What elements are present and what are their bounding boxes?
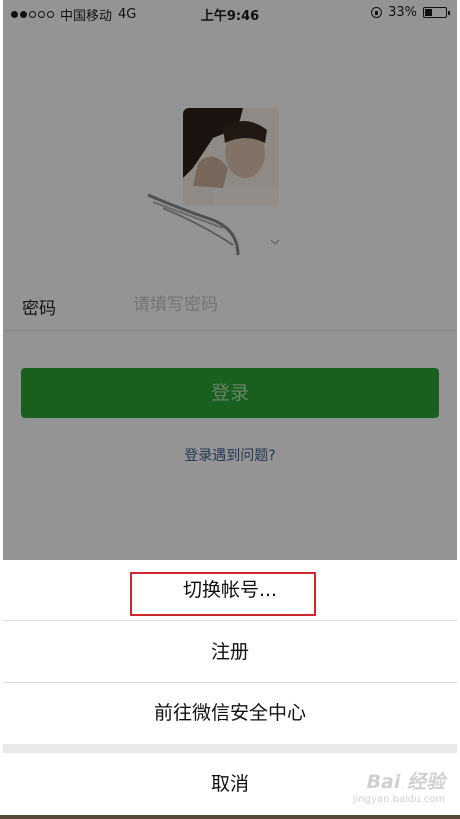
register-button[interactable]: 注册: [3, 621, 457, 683]
rotation-lock-icon: [371, 7, 383, 18]
watermark-sub: jingyan.baidu.com: [352, 794, 445, 805]
battery-icon: [423, 7, 450, 18]
watermark-main: Bai 经验: [366, 771, 445, 793]
wechat-security-center-button[interactable]: 前往微信安全中心: [3, 683, 457, 744]
highlight-box: [130, 572, 316, 616]
baidu-jingyan-watermark: Bai 经验 jingyan.baidu.com: [353, 767, 445, 805]
phone-screen: 中国移动 4G 上午9:46 33% 密码 登录 登录遇到问题? 切换帐号...…: [3, 0, 457, 815]
status-right: 33%: [371, 5, 450, 20]
battery-percent: 33%: [388, 5, 417, 20]
bottom-edge-strip: [0, 815, 460, 819]
status-bar: 中国移动 4G 上午9:46 33%: [3, 0, 457, 26]
